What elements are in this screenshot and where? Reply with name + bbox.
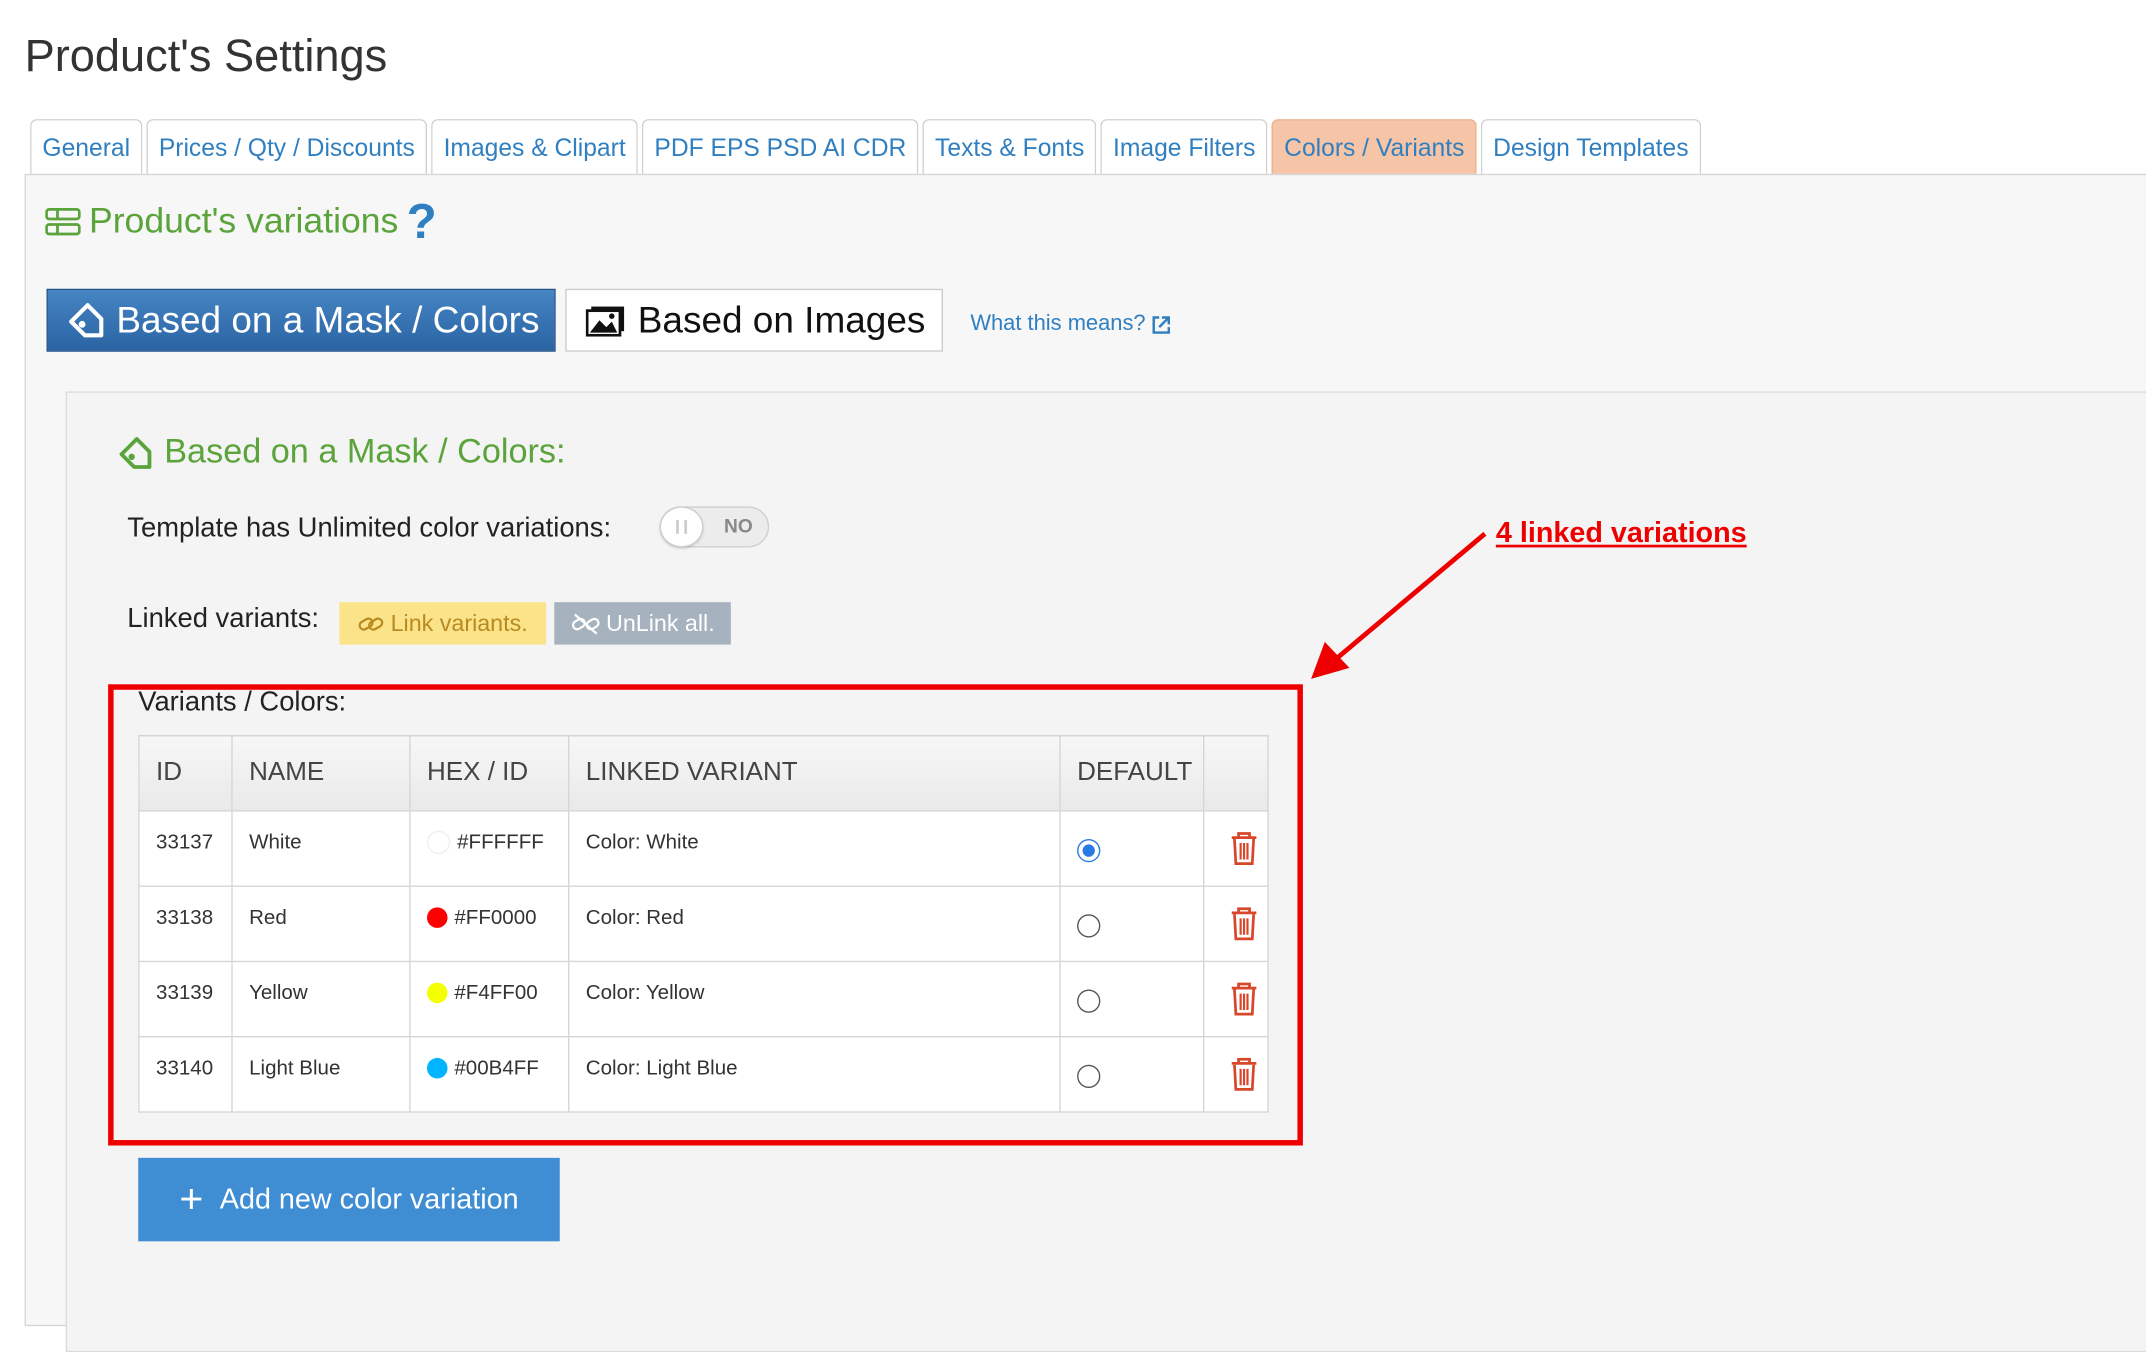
linked-variants-label: Linked variants: (127, 603, 319, 634)
annotation-arrow (1311, 531, 1487, 679)
default-radio[interactable] (1077, 1064, 1101, 1089)
section-title-text: Product's variations (88, 199, 399, 241)
hex-value: #FF0000 (454, 906, 537, 930)
settings-page: Product's Settings General Prices / Qty … (0, 0, 2146, 1352)
table-header-row: ID NAME HEX / ID LINKED VARIANT DEFAULT (138, 734, 1269, 812)
mode-mask-label: Based on a Mask / Colors (116, 299, 540, 341)
add-color-variation-button[interactable]: + Add new color variation (138, 1157, 560, 1242)
column-header-hex: HEX / ID (409, 734, 570, 812)
default-radio[interactable] (1077, 838, 1101, 863)
tab-pdf-formats[interactable]: PDF EPS PSD AI CDR (642, 119, 919, 176)
tab-texts-fonts[interactable]: Texts & Fonts (922, 119, 1097, 176)
link-icon (359, 616, 384, 630)
external-link-icon (1152, 315, 1171, 334)
cell-id: 33137 (138, 810, 233, 887)
cell-delete (1202, 810, 1269, 887)
trash-icon[interactable] (1228, 981, 1258, 1017)
cell-default (1059, 885, 1205, 963)
column-header-actions (1202, 734, 1269, 812)
cell-hex: #FFFFFF (409, 810, 570, 887)
cell-delete (1202, 1036, 1269, 1113)
color-swatch (427, 907, 448, 928)
mode-images-button[interactable]: Based on Images (565, 288, 943, 352)
toggle-state: NO (723, 514, 753, 537)
cell-delete (1202, 960, 1269, 1038)
column-header-linked: LINKED VARIANT (567, 734, 1061, 812)
cell-hex: #00B4FF (409, 1036, 570, 1113)
table-row: 33137 White #FFFFFF Color: White (138, 810, 1269, 887)
tab-general[interactable]: General (30, 119, 143, 176)
default-radio[interactable] (1077, 989, 1101, 1013)
cell-name: Yellow (231, 960, 411, 1038)
cell-id: 33139 (138, 960, 233, 1038)
cell-linked-variant: Color: White (567, 810, 1061, 887)
settings-tabs: General Prices / Qty / Discounts Images … (30, 119, 1705, 176)
tab-design-templates[interactable]: Design Templates (1480, 119, 1701, 176)
cell-linked-variant: Color: Red (567, 885, 1061, 963)
tab-image-filters[interactable]: Image Filters (1100, 119, 1268, 176)
column-header-default: DEFAULT (1059, 734, 1205, 812)
cell-id: 33140 (138, 1036, 233, 1113)
annotation-label: 4 linked variations (1495, 517, 1747, 549)
unlink-all-button[interactable]: UnLink all. (554, 602, 731, 645)
table-row: 33138 Red #FF0000 Color: Red (138, 885, 1269, 963)
mode-images-label: Based on Images (637, 299, 926, 341)
what-this-means-text: What this means? (970, 312, 1146, 336)
variants-table: ID NAME HEX / ID LINKED VARIANT DEFAULT … (138, 734, 1269, 1113)
cell-hex: #F4FF00 (409, 960, 570, 1038)
color-swatch (427, 982, 448, 1004)
cell-name: Red (231, 885, 411, 963)
tab-prices[interactable]: Prices / Qty / Discounts (146, 119, 428, 176)
unlimited-variations-toggle[interactable]: NO (659, 506, 770, 548)
section-title: Product's variations ? (45, 196, 437, 245)
hex-value: #F4FF00 (454, 981, 538, 1005)
unlimited-variations-label: Template has Unlimited color variations: (127, 513, 612, 544)
hex-value: #FFFFFF (457, 830, 544, 855)
default-radio[interactable] (1077, 914, 1101, 938)
color-swatch (427, 1057, 448, 1079)
add-color-variation-label: Add new color variation (219, 1183, 519, 1215)
cell-default (1059, 810, 1205, 887)
tag-icon (69, 303, 104, 338)
tab-images-clipart[interactable]: Images & Clipart (431, 119, 639, 176)
cell-default (1059, 960, 1205, 1038)
what-this-means-link[interactable]: What this means? (970, 312, 1171, 337)
cell-name: White (231, 810, 411, 887)
table-row: 33140 Light Blue #00B4FF Color: Light Bl… (138, 1036, 1269, 1113)
cell-name: Light Blue (231, 1036, 411, 1113)
image-icon (585, 306, 625, 337)
cell-linked-variant: Color: Light Blue (567, 1036, 1061, 1113)
table-row: 33139 Yellow #F4FF00 Color: Yellow (138, 960, 1269, 1038)
unlink-icon (571, 612, 600, 634)
link-variants-button[interactable]: Link variants. (339, 602, 547, 645)
trash-icon[interactable] (1228, 831, 1258, 867)
page-title: Product's Settings (24, 30, 388, 81)
tag-icon (119, 436, 152, 469)
cell-default (1059, 1036, 1205, 1113)
cell-delete (1202, 885, 1269, 963)
column-header-name: NAME (231, 734, 411, 812)
mask-panel-title: Based on a Mask / Colors: (118, 432, 566, 472)
cell-hex: #FF0000 (409, 885, 570, 963)
tab-colors-variants[interactable]: Colors / Variants (1271, 119, 1477, 176)
cell-id: 33138 (138, 885, 233, 963)
plus-icon: + (179, 1176, 204, 1222)
link-variants-label: Link variants. (390, 609, 528, 636)
cell-linked-variant: Color: Yellow (567, 960, 1061, 1038)
trash-icon[interactable] (1228, 1057, 1258, 1093)
trash-icon[interactable] (1228, 906, 1258, 942)
mask-panel-title-text: Based on a Mask / Colors: (164, 432, 566, 471)
column-header-id: ID (138, 734, 233, 812)
toggle-knob[interactable] (659, 506, 704, 548)
hex-value: #00B4FF (454, 1056, 539, 1080)
mode-mask-colors-button[interactable]: Based on a Mask / Colors (46, 288, 556, 352)
color-swatch (427, 830, 451, 855)
help-icon[interactable]: ? (407, 196, 437, 245)
variants-colors-label: Variants / Colors: (138, 687, 347, 718)
list-icon (45, 207, 81, 235)
unlink-all-label: UnLink all. (606, 609, 715, 636)
